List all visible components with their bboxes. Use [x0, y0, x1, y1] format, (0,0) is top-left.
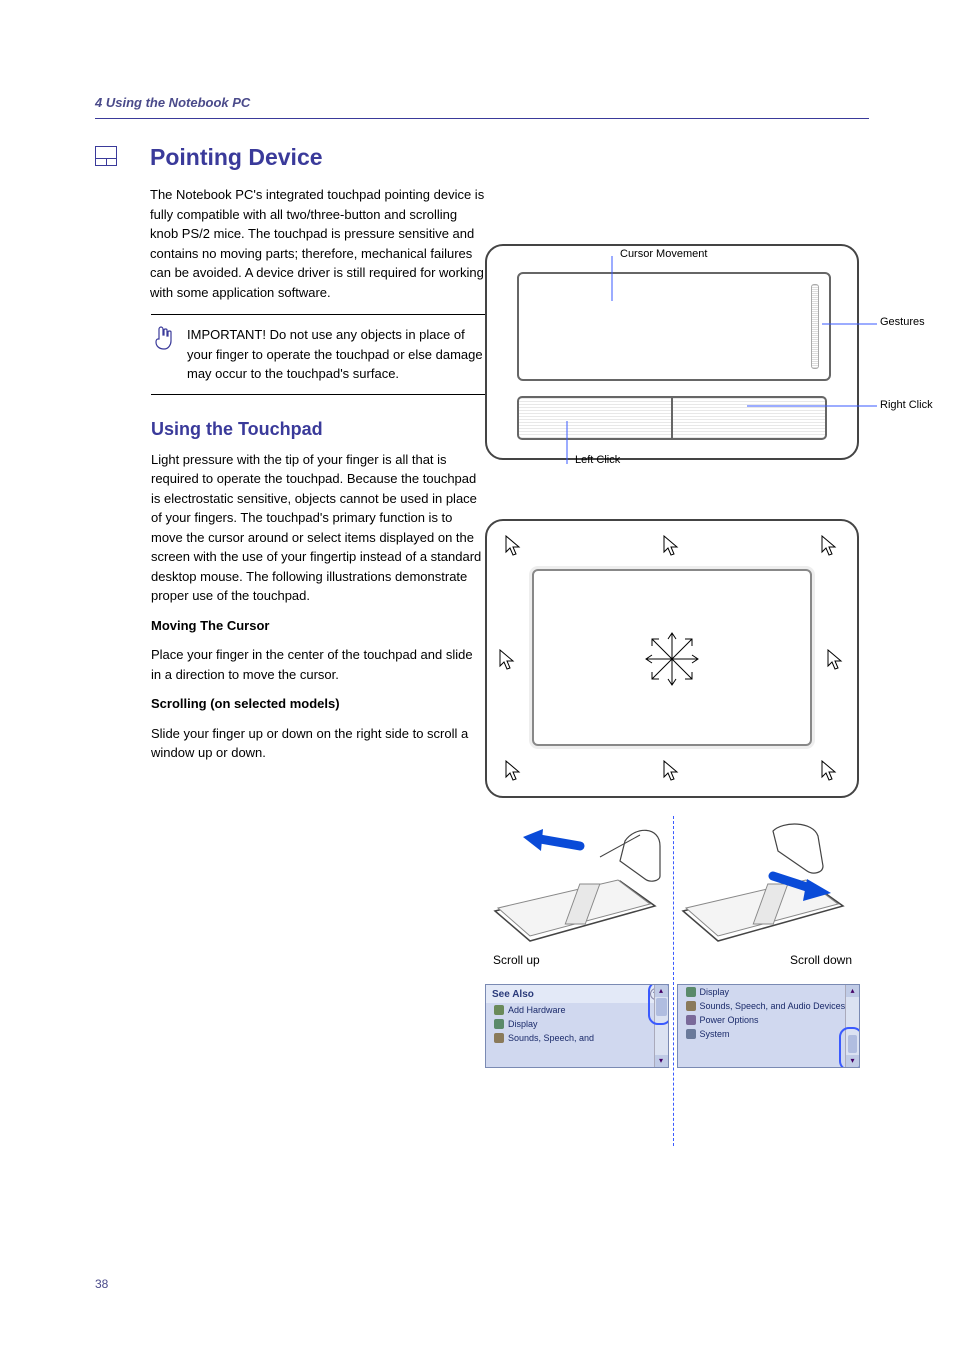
gestures-label: Gestures	[880, 316, 925, 328]
using-paragraph: Light pressure with the tip of your fing…	[151, 450, 486, 606]
scroll-example-panels: See Also ^ Add Hardware Display Sounds, …	[485, 984, 860, 1068]
sound-icon	[494, 1033, 504, 1043]
page-number: 38	[95, 1277, 108, 1291]
cursor-icon	[821, 760, 839, 782]
display-icon	[686, 987, 696, 997]
header-rule	[95, 118, 869, 119]
section-label: 4 Using the Notebook PC	[95, 95, 250, 110]
power-icon	[686, 1015, 696, 1025]
direction-star-icon	[642, 629, 702, 689]
left-click-label: Left Click	[575, 454, 620, 466]
cursor-icon	[663, 760, 681, 782]
scroll-gesture-figure: Scroll up Scroll down	[485, 821, 860, 971]
list-item: Add Hardware	[508, 1005, 566, 1015]
hardware-icon	[494, 1005, 504, 1015]
list-item: System	[700, 1029, 730, 1039]
scroll-down-highlight	[839, 1027, 860, 1068]
hand-icon	[151, 325, 175, 351]
scroll-down-label: Scroll down	[790, 953, 852, 967]
right-click-label: Right Click	[880, 399, 933, 411]
scrolling-heading: Scrolling (on selected models)	[151, 694, 486, 714]
scrolling-paragraph: Slide your finger up or down on the righ…	[151, 724, 486, 763]
cursor-directions-figure	[485, 519, 860, 798]
list-item: Display	[700, 987, 730, 997]
display-icon	[494, 1019, 504, 1029]
important-text: IMPORTANT! Do not use any objects in pla…	[187, 325, 486, 384]
important-note: IMPORTANT! Do not use any objects in pla…	[151, 314, 486, 395]
using-heading: Using the Touchpad	[151, 419, 486, 440]
cursor-icon	[827, 649, 845, 671]
moving-paragraph: Place your finger in the center of the t…	[151, 645, 486, 684]
intro-paragraph: The Notebook PC's integrated touchpad po…	[150, 185, 485, 302]
scroll-up-highlight	[648, 984, 669, 1025]
list-item: Display	[508, 1019, 538, 1029]
scroll-up-label: Scroll up	[493, 953, 540, 967]
scroll-down-button[interactable]: ▾	[655, 1055, 668, 1067]
control-panel-left: See Also ^ Add Hardware Display Sounds, …	[485, 984, 669, 1068]
cursor-movement-label: Cursor Movement	[620, 248, 707, 260]
system-icon	[686, 1029, 696, 1039]
list-item: Sounds, Speech, and Audio Devices	[700, 1001, 846, 1011]
panel-header: See Also	[492, 989, 534, 1000]
cursor-icon	[505, 535, 523, 557]
control-panel-right: Display Sounds, Speech, and Audio Device…	[677, 984, 861, 1068]
cursor-icon	[499, 649, 517, 671]
sound-icon	[686, 1001, 696, 1011]
list-item: Sounds, Speech, and	[508, 1033, 594, 1043]
cursor-icon	[821, 535, 839, 557]
page-title: Pointing Device	[150, 144, 869, 171]
page-footer: 38	[95, 1277, 869, 1291]
scroll-up-button[interactable]: ▴	[846, 985, 859, 997]
page-header: 4 Using the Notebook PC	[95, 95, 869, 110]
touchpad-icon	[95, 146, 117, 166]
touchpad-diagram: Cursor Movement Gestures Right Click Lef…	[485, 244, 860, 460]
cursor-icon	[663, 535, 681, 557]
cursor-icon	[505, 760, 523, 782]
list-item: Power Options	[700, 1015, 759, 1025]
moving-heading: Moving The Cursor	[151, 616, 486, 636]
